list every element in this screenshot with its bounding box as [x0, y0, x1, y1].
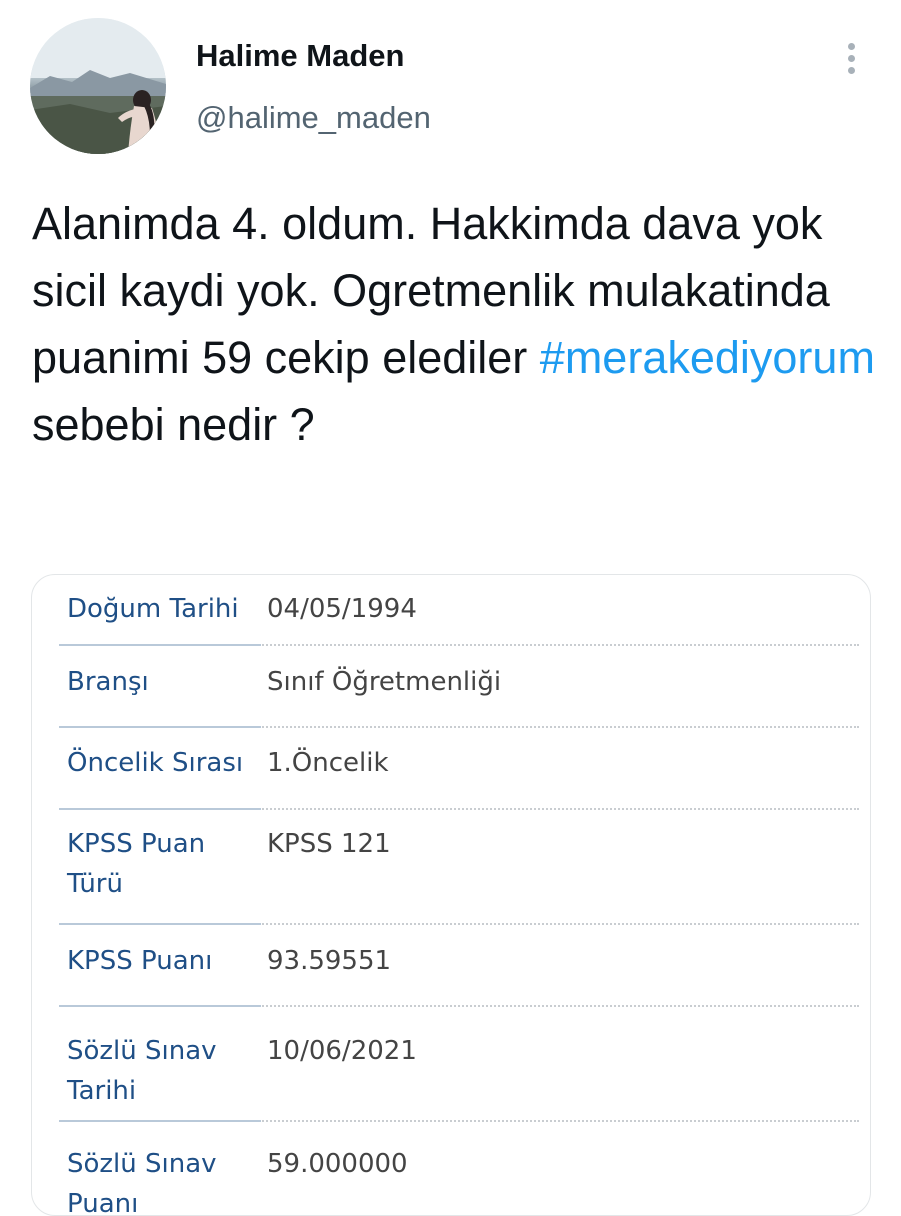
- more-vertical-icon-dot: [847, 54, 855, 62]
- info-label: Öncelik Sırası: [67, 748, 244, 778]
- info-label: Branşı: [67, 667, 149, 697]
- avatar[interactable]: [30, 18, 166, 154]
- info-value: Sınıf Öğretmenliği: [267, 667, 502, 697]
- info-row-kpss-score: KPSS Puanı 93.59551: [59, 925, 859, 1007]
- info-value: 04/05/1994: [267, 594, 417, 624]
- info-label: KPSS Puan Türü: [67, 829, 206, 899]
- candidate-info-table: Doğum Tarihi 04/05/1994 Branşı Sınıf Öğr…: [59, 575, 859, 1216]
- info-value: 10/06/2021: [267, 1036, 417, 1066]
- info-label: Doğum Tarihi: [67, 594, 239, 624]
- info-value: 59.000000: [267, 1149, 408, 1179]
- tweet-text-tail: sebebi nedir ?: [32, 399, 315, 450]
- profile-photo-icon: [30, 18, 166, 154]
- hashtag-link[interactable]: #merakediyorum: [540, 332, 875, 383]
- tweet-text: Alanimda 4. oldum. Hakkimda dava yok sic…: [32, 190, 882, 458]
- info-row-kpss-type: KPSS Puan Türü KPSS 121: [59, 810, 859, 925]
- info-row-oral-exam-score: Sözlü Sınav Puanı 59.000000: [59, 1122, 859, 1216]
- info-row-priority: Öncelik Sırası 1.Öncelik: [59, 728, 859, 810]
- info-value: KPSS 121: [267, 829, 391, 859]
- info-label: KPSS Puanı: [67, 946, 213, 976]
- more-options-button[interactable]: [836, 38, 866, 78]
- info-row-birth-date: Doğum Tarihi 04/05/1994: [59, 575, 859, 646]
- info-label: Sözlü Sınav Puanı: [67, 1149, 217, 1216]
- tweet-media-image[interactable]: Doğum Tarihi 04/05/1994 Branşı Sınıf Öğr…: [31, 574, 871, 1216]
- info-value: 93.59551: [267, 946, 392, 976]
- info-row-oral-exam-date: Sözlü Sınav Tarihi 10/06/2021: [59, 1007, 859, 1122]
- display-name[interactable]: Halime Maden: [196, 38, 404, 74]
- info-label: Sözlü Sınav Tarihi: [67, 1036, 217, 1106]
- user-handle[interactable]: @halime_maden: [196, 100, 431, 136]
- info-value: 1.Öncelik: [267, 748, 389, 778]
- more-vertical-icon-dot: [847, 66, 855, 74]
- info-row-branch: Branşı Sınıf Öğretmenliği: [59, 646, 859, 728]
- more-vertical-icon: [847, 42, 855, 50]
